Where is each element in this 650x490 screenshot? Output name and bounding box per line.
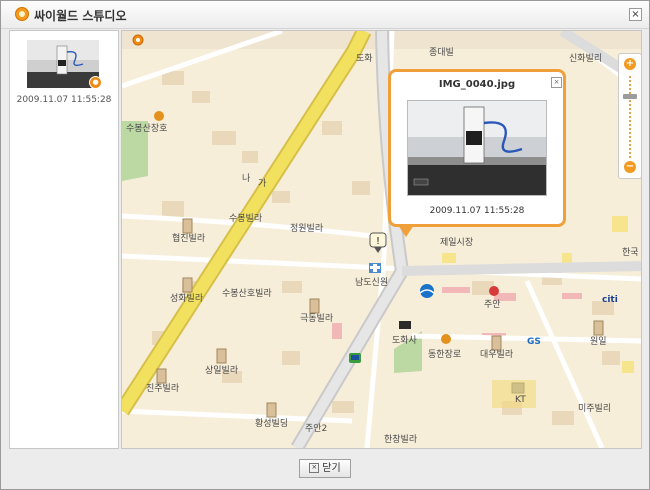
- map-label-hyeopjin: 협진빌라: [172, 234, 206, 244]
- map-label-subongsanho: 수봉산호빌라: [222, 289, 272, 299]
- popup-close-button[interactable]: ×: [551, 77, 562, 88]
- map-label-geukdong: 극동빌라: [300, 314, 334, 324]
- popup-photo-image: [408, 101, 546, 195]
- location-badge-icon: ●: [89, 76, 102, 89]
- map-panel[interactable]: ! 도화 종대빌 신화빌리 수봉산장호 나 가 수봉빌라 정원빌라 협진빌라 제…: [121, 30, 642, 449]
- zoom-out-button[interactable]: −: [624, 161, 636, 173]
- subway-icon: [349, 353, 361, 363]
- close-box-icon: ×: [309, 463, 320, 473]
- popup-filename: IMG_0040.jpg: [438, 79, 516, 90]
- thumbnail-date: 2009.11.07 11:55:28: [16, 95, 112, 105]
- map-label-joongdae: 종대빌: [429, 48, 454, 58]
- map-label-jinju: 진주빌라: [146, 384, 180, 394]
- map-label-kt: KT: [515, 395, 526, 405]
- map-label-hankuk: 한국: [622, 248, 639, 258]
- hospital-icon: [369, 263, 381, 273]
- map-label-hanchang: 한창빌라: [384, 435, 418, 445]
- popup-date: 2009.11.07 11:55:28: [429, 206, 525, 216]
- window-title: 싸이월드 스튜디오: [34, 9, 127, 23]
- map-label-namdong: 남도신원: [355, 278, 389, 288]
- footer-bar: × 닫기: [1, 451, 649, 489]
- map-label-ga: 가: [258, 179, 267, 189]
- zoom-in-button[interactable]: +: [624, 58, 636, 70]
- map-label-subongvilla: 수봉빌라: [229, 214, 263, 224]
- map-label-hwangseong: 황성빌딩: [255, 419, 289, 429]
- zoom-slider-track[interactable]: [629, 76, 631, 158]
- map-label-dohwa: 도화: [356, 54, 373, 64]
- building-icon-4: [216, 348, 227, 364]
- map-label-citi: citi: [602, 295, 618, 305]
- map-label-na: 나: [242, 174, 251, 184]
- temple-icon-2: [441, 334, 451, 344]
- building-icon-2: [182, 277, 193, 293]
- zoom-slider-handle[interactable]: [623, 94, 637, 99]
- map-label-sangil: 상일빌라: [205, 366, 239, 376]
- restaurant-icon: [489, 286, 499, 296]
- title-bar: 싸이월드 스튜디오 ×: [1, 1, 649, 29]
- map-label-wonil: 원일: [590, 337, 607, 347]
- studio-window: 싸이월드 스튜디오 × ● 2009.11.07 11:55:28 ! 도화 종…: [0, 0, 650, 490]
- popup-photo[interactable]: [407, 100, 547, 196]
- close-button-label: 닫기: [322, 463, 341, 474]
- school-icon: [399, 321, 411, 329]
- thumbnail-panel: ● 2009.11.07 11:55:28: [9, 30, 119, 449]
- map-label-sinhwa: 신화빌리: [569, 54, 603, 64]
- map-label-juan: 주안: [484, 300, 501, 310]
- map-label-subongsanjeong: 수봉산장호: [126, 124, 168, 134]
- map-pin-icon: [132, 34, 144, 46]
- zoom-control: + −: [618, 53, 641, 179]
- map-label-jeilsijang: 제일시장: [440, 238, 474, 248]
- close-button[interactable]: × 닫기: [299, 459, 351, 478]
- map-label-jeongwon: 정원빌라: [290, 224, 324, 234]
- building-icon-8: [593, 320, 604, 336]
- map-label-donghan: 동한장로: [428, 350, 462, 360]
- app-logo-icon: [15, 7, 29, 21]
- map-label-dohwasa: 도화사: [392, 336, 417, 346]
- photo-info-popup: IMG_0040.jpg × 2009.11.07 11:55:28: [388, 69, 566, 227]
- building-icon-6: [266, 402, 277, 418]
- map-label-juan2: 주안2: [305, 424, 328, 434]
- window-close-button[interactable]: ×: [629, 8, 642, 21]
- map-label-daewoo: 대우빌라: [480, 350, 514, 360]
- temple-icon: [154, 111, 164, 121]
- map-label-seonghwa: 성화빌라: [170, 294, 204, 304]
- map-label-gs: GS: [527, 337, 541, 347]
- map-label-miju: 미주빌리: [578, 404, 612, 414]
- bank-icon: [419, 284, 435, 298]
- svg-text:!: !: [376, 236, 380, 247]
